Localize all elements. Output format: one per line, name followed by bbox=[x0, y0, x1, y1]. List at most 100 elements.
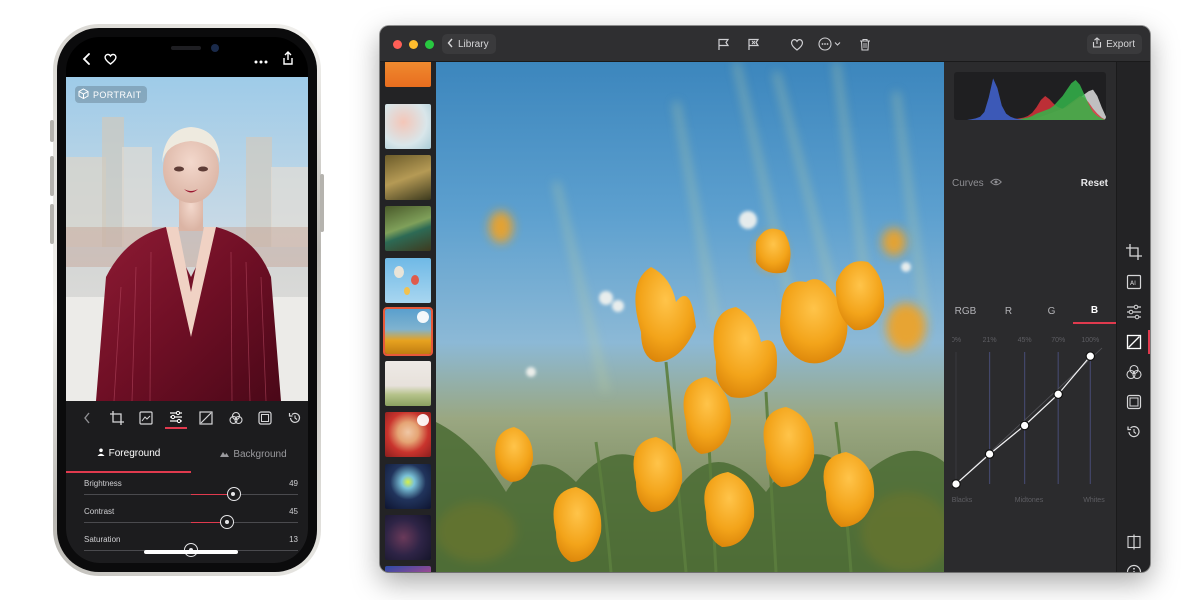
segment-foreground-label: Foreground bbox=[108, 447, 161, 459]
thumbnail-meadow[interactable] bbox=[385, 361, 431, 406]
export-button-label: Export bbox=[1106, 38, 1135, 50]
curves-title: Curves bbox=[952, 178, 1002, 189]
close-window-button[interactable] bbox=[393, 40, 402, 49]
adjust-sliders-icon[interactable] bbox=[1124, 302, 1144, 322]
thumbnail-jellyfish[interactable] bbox=[385, 464, 431, 509]
cube-icon bbox=[78, 88, 89, 101]
curve-control-point[interactable] bbox=[1019, 420, 1030, 431]
phone-frame-icon[interactable] bbox=[254, 407, 276, 429]
channel-tab-b[interactable]: B bbox=[1073, 298, 1116, 324]
reset-button[interactable]: Reset bbox=[1081, 178, 1108, 189]
thumbnail-filmstrip bbox=[380, 62, 436, 572]
home-indicator[interactable] bbox=[144, 550, 238, 554]
library-button[interactable]: Library bbox=[442, 34, 496, 54]
curves-editor[interactable]: 0% 21% 45% 70% 100% Blacks Midtones Whites bbox=[951, 334, 1110, 514]
active-tool-indicator bbox=[1148, 330, 1150, 354]
export-button[interactable]: Export bbox=[1087, 34, 1142, 54]
library-button-label: Library bbox=[458, 38, 489, 50]
curve-control-point[interactable] bbox=[951, 479, 961, 489]
thumbnail-green-bird[interactable] bbox=[385, 206, 431, 251]
slider-knob[interactable] bbox=[220, 515, 235, 529]
photo-canvas[interactable] bbox=[436, 62, 944, 572]
tool-rail: AI bbox=[1116, 62, 1150, 572]
color-mix-icon[interactable] bbox=[1124, 362, 1144, 382]
history-icon[interactable] bbox=[1124, 422, 1144, 442]
heart-icon[interactable] bbox=[104, 53, 117, 68]
portrait-badge-label: PORTRAIT bbox=[93, 89, 142, 100]
portrait-badge[interactable]: PORTRAIT bbox=[75, 86, 147, 103]
more-dots-icon[interactable] bbox=[254, 52, 268, 67]
flag-icon[interactable] bbox=[714, 35, 732, 53]
channel-tab-rgb[interactable]: RGB bbox=[944, 298, 987, 324]
iphone-device: PORTRAIT Foreground Background Brightnes… bbox=[50, 24, 324, 576]
phone-enhance-icon[interactable] bbox=[135, 407, 157, 429]
minimize-window-button[interactable] bbox=[409, 40, 418, 49]
channel-tab-g[interactable]: G bbox=[1030, 298, 1073, 324]
slider-row-brightness[interactable]: Brightness 49 bbox=[84, 479, 298, 507]
svg-text:AI: AI bbox=[1130, 280, 1136, 287]
favorite-heart-icon[interactable] bbox=[788, 35, 806, 53]
curve-control-point[interactable] bbox=[984, 449, 995, 459]
layer-segmented-control: Foreground Background bbox=[66, 435, 308, 473]
curve-control-point[interactable] bbox=[1053, 389, 1063, 400]
slider-label: Contrast bbox=[84, 507, 115, 516]
slider-value: 49 bbox=[289, 479, 298, 488]
more-options-icon[interactable] bbox=[818, 35, 844, 53]
trash-icon[interactable] bbox=[856, 35, 874, 53]
traffic-lights bbox=[393, 40, 434, 49]
phone-volume-down bbox=[50, 204, 54, 244]
slider-value: 13 bbox=[289, 535, 298, 544]
info-icon[interactable] bbox=[1124, 562, 1144, 572]
channel-tab-r[interactable]: R bbox=[987, 298, 1030, 324]
reject-flag-icon[interactable] bbox=[744, 35, 762, 53]
thumbnail-balloons[interactable] bbox=[385, 258, 431, 303]
thumbnail-fireworks[interactable] bbox=[385, 566, 431, 572]
phone-volume-up bbox=[50, 156, 54, 196]
toolbar-center-icons bbox=[714, 35, 874, 53]
phone-adjust-sliders-icon[interactable] bbox=[165, 407, 188, 429]
zoom-window-button[interactable] bbox=[425, 40, 434, 49]
poppies-photo-art bbox=[436, 62, 944, 572]
thumbnail-hummingbird[interactable] bbox=[385, 155, 431, 200]
curves-tool-icon[interactable] bbox=[1124, 332, 1144, 352]
thumbnail-pastel[interactable] bbox=[385, 104, 431, 149]
slider-row-contrast[interactable]: Contrast 45 bbox=[84, 507, 298, 535]
curve-zone-label: Whites bbox=[1083, 497, 1105, 504]
export-share-icon bbox=[1092, 37, 1102, 51]
thumbnail-poppies-selected[interactable] bbox=[383, 307, 433, 356]
back-chevron-icon[interactable] bbox=[82, 53, 92, 68]
marketing-composite: PORTRAIT Foreground Background Brightnes… bbox=[0, 0, 1200, 600]
compare-split-icon[interactable] bbox=[1124, 532, 1144, 552]
slider-label: Brightness bbox=[84, 479, 122, 488]
adjustments-panel: Curves Reset RGB R G B 0% 21% 45% 70% 100% Black… bbox=[944, 62, 1116, 572]
phone-power-button bbox=[320, 174, 324, 232]
eye-icon[interactable] bbox=[989, 178, 1002, 189]
phone-curves-icon[interactable] bbox=[195, 407, 217, 429]
phone-screen: PORTRAIT Foreground Background Brightnes… bbox=[66, 37, 308, 563]
segment-background[interactable]: Background bbox=[191, 435, 308, 473]
phone-tools-back-icon[interactable] bbox=[76, 407, 98, 429]
curve-zone-label: Blacks bbox=[952, 497, 973, 504]
window-toolbar: Library Export bbox=[380, 26, 1150, 62]
enhance-icon[interactable]: AI bbox=[1124, 272, 1144, 292]
share-icon[interactable] bbox=[282, 51, 294, 68]
crop-icon[interactable] bbox=[1124, 242, 1144, 262]
segment-background-label: Background bbox=[233, 448, 287, 460]
slider-knob[interactable] bbox=[226, 487, 241, 501]
segment-foreground[interactable]: Foreground bbox=[66, 435, 191, 473]
thumbnail-child-portrait[interactable] bbox=[385, 412, 431, 457]
slider-value: 45 bbox=[289, 507, 298, 516]
frame-icon[interactable] bbox=[1124, 392, 1144, 412]
thumbnail-orange[interactable] bbox=[385, 62, 431, 87]
thumbnail-dark-flowers[interactable] bbox=[385, 515, 431, 560]
curve-control-point[interactable] bbox=[1085, 351, 1096, 361]
phone-bezel: PORTRAIT Foreground Background Brightnes… bbox=[57, 28, 317, 572]
person-icon bbox=[97, 448, 105, 459]
curve-zone-label: Midtones bbox=[1015, 497, 1044, 504]
portrait-photo[interactable]: PORTRAIT bbox=[66, 77, 308, 401]
curve-percent-label: 21% bbox=[983, 337, 997, 344]
slider-row-saturation[interactable]: Saturation 13 bbox=[84, 535, 298, 563]
phone-crop-icon[interactable] bbox=[106, 407, 128, 429]
phone-history-icon[interactable] bbox=[284, 407, 306, 429]
phone-color-mix-icon[interactable] bbox=[225, 407, 247, 429]
